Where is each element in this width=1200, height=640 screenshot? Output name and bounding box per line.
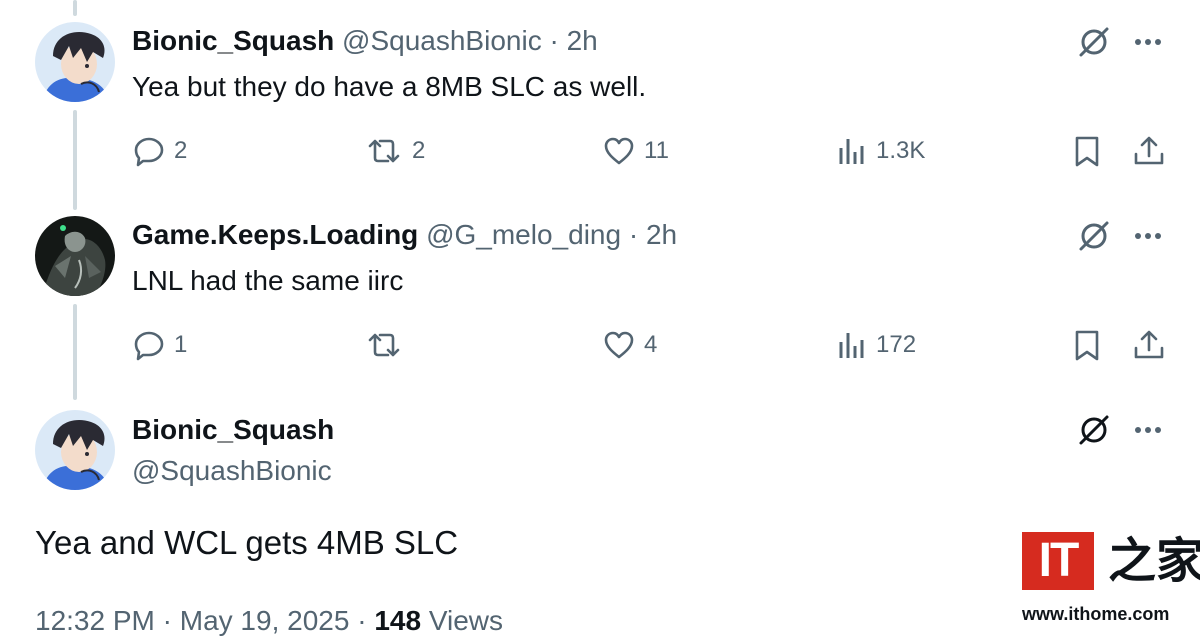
grok-icon[interactable]	[1076, 412, 1112, 448]
repost-button[interactable]: 2	[364, 134, 425, 168]
ithome-watermark: IT 之家 www.ithome.com	[1020, 530, 1200, 630]
reply-icon	[132, 134, 166, 168]
like-button[interactable]: 11	[602, 134, 669, 168]
tweet-header: Game.Keeps.Loading @G_melo_ding · 2h	[132, 218, 677, 252]
avatar[interactable]	[35, 216, 115, 296]
views-label: Views	[428, 605, 503, 636]
like-count: 11	[644, 137, 669, 164]
ithome-logo: IT	[1022, 532, 1094, 590]
tweet-text: LNL had the same iirc	[132, 265, 404, 296]
like-button[interactable]: 4	[602, 328, 657, 362]
grok-icon[interactable]	[1076, 218, 1112, 254]
user-handle[interactable]: @SquashBionic	[342, 25, 542, 56]
reply-icon	[132, 328, 166, 362]
separator: ·	[357, 605, 367, 636]
thread-line	[73, 110, 77, 210]
share-button[interactable]	[1132, 328, 1166, 362]
tweet-meta: 12:32 PM · May 19, 2025 · 148 Views	[35, 603, 503, 639]
bookmark-button[interactable]	[1070, 328, 1104, 362]
display-name[interactable]: Bionic_Squash	[132, 25, 334, 56]
thread-line	[73, 0, 77, 16]
tweet-text: Yea but they do have a 8MB SLC as well.	[132, 71, 647, 102]
reply-count: 1	[174, 331, 188, 358]
reply-count: 2	[174, 137, 188, 164]
repost-button[interactable]	[364, 328, 412, 362]
avatar[interactable]	[35, 410, 115, 490]
views-button[interactable]: 1.3K	[836, 134, 925, 168]
separator: ·	[628, 219, 639, 250]
views-count: 148	[374, 605, 422, 636]
repost-icon	[364, 328, 404, 362]
views-button[interactable]: 172	[836, 328, 916, 362]
more-icon[interactable]	[1130, 412, 1166, 448]
more-icon[interactable]	[1130, 218, 1166, 254]
avatar[interactable]	[35, 22, 115, 102]
bookmark-icon	[1070, 134, 1104, 168]
grok-icon[interactable]	[1076, 24, 1112, 60]
user-handle[interactable]: @SquashBionic	[132, 453, 332, 489]
reply-button[interactable]: 2	[132, 134, 187, 168]
like-count: 4	[644, 331, 658, 358]
bookmark-icon	[1070, 328, 1104, 362]
thread-line	[73, 304, 77, 400]
user-handle[interactable]: @G_melo_ding	[426, 219, 621, 250]
display-name[interactable]: Game.Keeps.Loading	[132, 219, 418, 250]
repost-icon	[364, 134, 404, 168]
repost-count: 2	[412, 137, 426, 164]
views-count: 172	[876, 331, 917, 358]
share-button[interactable]	[1132, 134, 1166, 168]
tweet-header: Bionic_Squash @SquashBionic · 2h	[132, 24, 598, 58]
separator: ·	[549, 25, 559, 56]
heart-icon	[602, 328, 636, 362]
views-count: 1.3K	[876, 137, 926, 164]
reply-button[interactable]: 1	[132, 328, 187, 362]
heart-icon	[602, 134, 636, 168]
share-icon	[1132, 134, 1166, 168]
tweet-text: Yea and WCL gets 4MB SLC	[35, 524, 459, 561]
tweet-date[interactable]: May 19, 2025	[180, 605, 350, 636]
ithome-logo-cn: 之家	[1108, 533, 1200, 589]
timestamp[interactable]: 2h	[646, 219, 677, 250]
display-name[interactable]: Bionic_Squash	[132, 412, 334, 448]
tweet-time[interactable]: 12:32 PM	[35, 605, 155, 636]
share-icon	[1132, 328, 1166, 362]
analytics-icon	[836, 328, 868, 362]
more-icon[interactable]	[1130, 24, 1166, 60]
ithome-url: www.ithome.com	[1022, 604, 1170, 624]
timestamp[interactable]: 2h	[567, 25, 598, 56]
analytics-icon	[836, 134, 868, 168]
bookmark-button[interactable]	[1070, 134, 1104, 168]
separator: ·	[162, 605, 172, 636]
